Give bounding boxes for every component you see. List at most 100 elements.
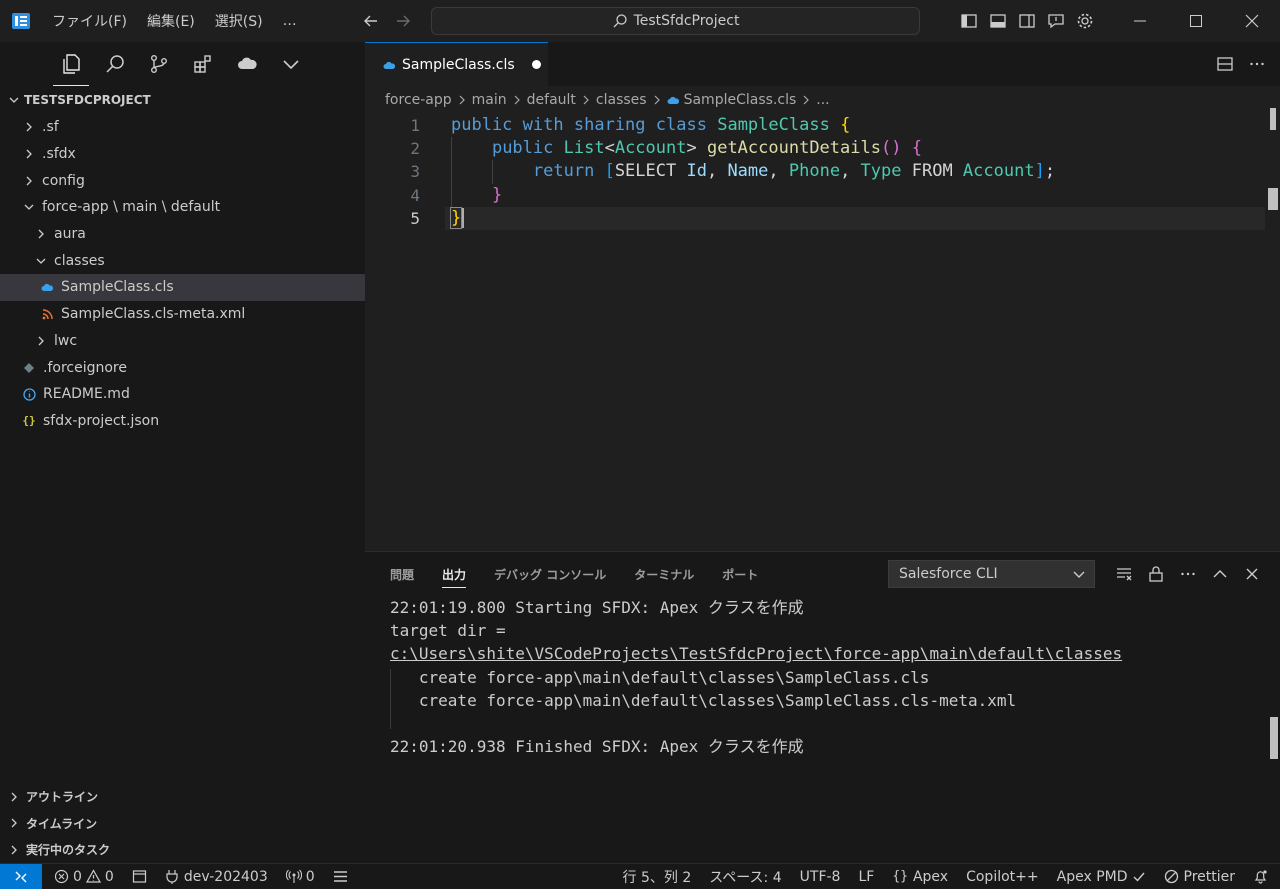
prettier-status[interactable]: Prettier [1164,869,1235,885]
tab-sampleclass[interactable]: SampleClass.cls [365,42,548,86]
output-link[interactable]: c:\Users\shite\VSCodeProjects\TestSfdcPr… [390,642,1122,665]
tab-problems[interactable]: 問題 [390,552,414,596]
source-control-icon[interactable] [144,42,174,86]
close-panel-icon[interactable] [1243,565,1261,583]
tree-item-sampleclass-cls[interactable]: SampleClass.cls [0,274,365,301]
end-of-line[interactable]: LF [858,869,874,885]
tree-item-label: aura [54,226,86,243]
crumb-file[interactable]: SampleClass.cls [684,92,797,108]
tree-item-forceignore[interactable]: .forceignore [0,354,365,381]
toggle-secondary-sidebar-icon[interactable] [1018,12,1036,30]
explorer-files-icon[interactable] [53,42,89,86]
tree-item-label: classes [54,252,105,269]
tree-item-lwc[interactable]: lwc [0,328,365,355]
search-view-icon[interactable] [100,42,130,86]
xml-rss-icon [40,308,54,320]
indentation[interactable]: スペース: 4 [709,867,781,887]
chevron-down-icon [8,94,20,106]
unsaved-dot-icon[interactable] [531,60,541,69]
tree-item-readme-md[interactable]: README.md [0,381,365,408]
crumb-main[interactable]: main [472,92,507,108]
feedback-icon[interactable] [1047,12,1065,30]
gear-icon[interactable] [1076,12,1094,30]
back-arrow-icon[interactable] [362,12,380,30]
crumb-symbol[interactable]: ... [816,92,829,108]
maximize-icon[interactable] [1168,14,1224,28]
current-line-highlight [445,206,1265,230]
tree-item-label: .sfdx [42,146,76,163]
tree-item-sfdx[interactable]: .sfdx [0,141,365,168]
tree-item-classes[interactable]: classes [0,247,365,274]
chevron-right-icon [512,95,522,105]
menu-edit[interactable]: 編集(E) [137,11,205,31]
extensions-icon[interactable] [188,42,218,86]
menu-selection[interactable]: 選択(S) [205,11,273,31]
tree-item-sfdx-project-json[interactable]: {} sfdx-project.json [0,408,365,435]
copilot-status[interactable]: Copilot++ [966,869,1039,885]
crumb-force-app[interactable]: force-app [385,92,452,108]
tree-item-force-app-main-default[interactable]: force-app \ main \ default [0,194,365,221]
menu-lines-icon[interactable] [333,869,348,884]
breadcrumb: force-app main default classes SampleCla… [365,86,1280,114]
lock-icon[interactable] [1147,565,1165,583]
outline-view[interactable]: アウトライン [0,784,365,811]
chevron-down-icon[interactable] [276,42,306,86]
project-header[interactable]: TESTSFDCPROJECT [0,86,365,114]
org-status[interactable]: dev-202403 [165,869,268,885]
tab-label: SampleClass.cls [402,56,515,73]
tab-output[interactable]: 出力 [442,552,467,596]
pmd-label: Apex PMD [1056,868,1128,885]
tree-item-sf[interactable]: .sf [0,114,365,141]
menu-file[interactable]: ファイル(F) [42,11,137,31]
search-icon [612,13,628,29]
clear-output-icon[interactable] [1115,565,1133,583]
activity-bar [0,42,365,86]
output-channel-select[interactable]: Salesforce CLI [888,560,1095,588]
toggle-primary-sidebar-icon[interactable] [960,12,978,30]
output-line: target dir = [390,621,506,641]
more-actions-icon[interactable] [1179,565,1197,583]
scrollbar-thumb[interactable] [1270,108,1276,130]
toggle-panel-icon[interactable] [989,12,1007,30]
cursor-position[interactable]: 行 5、列 2 [623,867,692,887]
tab-ports[interactable]: ポート [722,552,758,596]
tree-item-aura[interactable]: aura [0,221,365,248]
encoding[interactable]: UTF-8 [800,869,841,885]
tab-terminal[interactable]: ターミナル [634,552,694,596]
minimize-icon[interactable] [1112,14,1168,28]
command-center-search[interactable]: TestSfdcProject [431,7,920,35]
bell-icon[interactable] [1253,869,1268,884]
tree-item-sampleclass-cls-meta-xml[interactable]: SampleClass.cls-meta.xml [0,301,365,328]
timeline-label: タイムライン [26,816,98,831]
more-actions-icon[interactable] [1248,55,1266,73]
crumb-default[interactable]: default [527,92,576,108]
salesforce-cloud-icon[interactable] [232,42,262,86]
crumb-classes[interactable]: classes [596,92,647,108]
pmd-status[interactable]: Apex PMD [1057,869,1146,885]
close-icon[interactable] [1224,14,1280,28]
menu-more[interactable]: … [273,13,307,29]
tree-item-config[interactable]: config [0,167,365,194]
org-name: dev-202403 [183,868,268,885]
forward-arrow-icon[interactable] [394,12,412,30]
editor-actions [1216,42,1266,86]
apex-cloud-icon [383,60,395,70]
explorer-sidebar: TESTSFDCPROJECT .sf .sfdx config force-app … [0,42,365,863]
tab-debug-console[interactable]: デバッグ コンソール [494,552,606,596]
chevron-right-icon [22,175,36,187]
problems-status[interactable]: 0 0 [54,869,114,885]
info-icon [22,388,36,401]
code-line: return [SELECT Id, Name, Phone, Type FRO… [532,161,1056,182]
ports-status[interactable]: 0 [285,869,315,885]
panel-scrollbar-thumb[interactable] [1270,717,1278,759]
language-mode[interactable]: {} Apex [892,869,948,885]
braces-icon: {} [892,869,908,884]
running-tasks-view[interactable]: 実行中のタスク [0,837,365,864]
split-editor-icon[interactable] [1216,55,1234,73]
output-log[interactable]: 22:01:19.800 Starting SFDX: Apex クラスを作成 … [390,596,1122,758]
timeline-view[interactable]: タイムライン [0,810,365,837]
json-braces-icon: {} [22,414,36,428]
maximize-panel-icon[interactable] [1211,565,1229,583]
layout-icon[interactable] [132,869,147,884]
remote-indicator[interactable] [0,864,42,889]
